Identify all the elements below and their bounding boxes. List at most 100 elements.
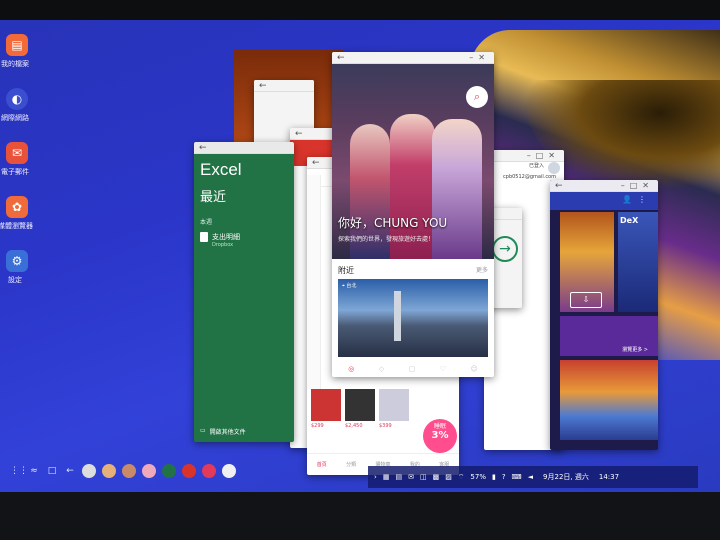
notification-icon[interactable]: ▤	[395, 473, 402, 481]
file-source: Dropbox	[212, 242, 234, 248]
help-icon[interactable]: ?	[502, 473, 506, 481]
nav-icon[interactable]: ◇	[379, 365, 384, 373]
date-display: 9月22日, 週六	[543, 473, 589, 481]
arrow-right-icon[interactable]: →	[492, 236, 518, 262]
taskbar-left: ⋮⋮ ≈ □ ←	[6, 458, 236, 484]
mail-icon: ✉	[6, 142, 28, 164]
file-name: 支出明細	[212, 233, 240, 241]
greeting-subtitle: 探索我們的世界，發現旅遊好去處！	[338, 236, 435, 243]
excel-window[interactable]: ← Excel 最近 本週 支出明細 Dropbox ▭ 開啟其他文件	[194, 142, 294, 442]
shop-sidebar[interactable]	[307, 175, 321, 389]
logged-in-label: 已登入	[528, 163, 544, 169]
apps-grid-icon[interactable]: ⋮⋮	[10, 466, 28, 476]
window-controls[interactable]: –□✕	[621, 180, 654, 192]
profile-menu-icons[interactable]: 👤⋮	[622, 195, 652, 204]
running-app-icon[interactable]	[102, 464, 116, 478]
store-titlebar[interactable]: ← –□✕	[550, 180, 658, 192]
nav-icon[interactable]: ▢	[409, 365, 416, 373]
greeting: 你好，CHUNG YOU	[338, 216, 448, 230]
excel-app-icon[interactable]	[162, 464, 176, 478]
monitor-bezel	[0, 492, 720, 540]
back-icon[interactable]: ←	[295, 128, 303, 140]
file-icon	[200, 232, 208, 242]
dex-title: DeX	[620, 216, 639, 225]
product-item[interactable]: $399	[379, 389, 409, 429]
product-image	[379, 389, 409, 421]
travel-app-window[interactable]: ← –✕ ⌕ 你好，CHUNG YOU 探索我們的世界，發現旅遊好去處！ 附近 更…	[332, 52, 494, 377]
notification-icon[interactable]: ▩	[433, 473, 440, 481]
battery-level[interactable]: 57%	[470, 473, 486, 481]
desktop-icon-internet[interactable]: ◐ 網際網路	[1, 88, 32, 123]
download-icon[interactable]: ⇩	[570, 292, 602, 308]
gallery-icon: ✿	[6, 196, 28, 218]
recent-heading: 最近	[200, 190, 227, 205]
product-item[interactable]: $2,450	[345, 389, 375, 429]
time-display: 14:37	[598, 473, 620, 481]
desktop-icon-email[interactable]: ✉ 電子郵件	[1, 142, 32, 177]
back-icon[interactable]: ←	[337, 52, 345, 64]
notification-icon[interactable]: ✉	[408, 473, 414, 481]
back-icon[interactable]: ←	[312, 157, 320, 169]
hero-photo: ⌕ 你好，CHUNG YOU 探索我們的世界，發現旅遊好去處！	[332, 64, 494, 259]
promo-badge[interactable]: 睡眠 3%	[423, 419, 457, 453]
recent-apps-icon[interactable]: ≈	[28, 466, 40, 476]
running-app-icon[interactable]	[182, 464, 196, 478]
desktop-icon-my-files[interactable]: ▤ 我的檔案	[1, 34, 32, 69]
explore-icon[interactable]: ◎	[348, 365, 354, 373]
back-icon[interactable]: ←	[64, 466, 76, 476]
dex-desktop: ▤ 我的檔案 ◐ 網際網路 ✉ 電子郵件 ✿ 媒體瀏覽器 ⚙ 設定 ← cpb0…	[0, 20, 720, 492]
game-store-window[interactable]: ← –□✕ 👤⋮ DeX ⇩ 瀏覽更多 >	[550, 180, 658, 450]
window-controls[interactable]: –✕	[469, 52, 490, 64]
keyboard-icon[interactable]: ⌨	[512, 473, 522, 481]
running-app-icon[interactable]	[142, 464, 156, 478]
dex-tile[interactable]	[618, 212, 658, 312]
game-banner[interactable]	[560, 360, 658, 440]
excel-titlebar[interactable]: ←	[194, 142, 294, 154]
recent-file-item[interactable]: 支出明細 Dropbox	[194, 226, 294, 248]
tower-silhouette	[394, 291, 401, 341]
wifi-icon[interactable]: ⌔	[458, 473, 465, 482]
account-titlebar[interactable]: –□✕	[484, 150, 564, 162]
notification-icon[interactable]: ▨	[445, 473, 452, 481]
tab-home[interactable]: 首頁	[317, 461, 327, 468]
product-item[interactable]: $299	[311, 389, 341, 429]
product-row: $299 $2,450 $399	[311, 389, 409, 429]
account-email: cpb0512@gmail.com	[503, 174, 556, 180]
running-app-icon[interactable]	[222, 464, 236, 478]
search-icon[interactable]: ⌕	[466, 86, 488, 108]
avatar[interactable]	[548, 162, 560, 174]
nearby-header: 附近 更多	[338, 265, 488, 276]
folder-icon: ▤	[6, 34, 28, 56]
folder-open-icon: ▭	[200, 427, 206, 434]
city-photo-card[interactable]: ⌖ 台北	[338, 279, 488, 357]
product-image	[345, 389, 375, 421]
globe-icon: ◐	[6, 88, 28, 110]
desktop-icon-settings[interactable]: ⚙ 設定	[2, 250, 32, 285]
notification-icon[interactable]: ◫	[420, 473, 427, 481]
excel-brand: Excel	[200, 160, 242, 179]
desktop-icon-gallery[interactable]: ✿ 媒體瀏覽器	[0, 196, 33, 231]
home-icon[interactable]: □	[46, 466, 58, 476]
news-titlebar[interactable]: ←	[290, 128, 334, 140]
back-icon[interactable]: ←	[199, 142, 207, 154]
volume-icon[interactable]: ◄	[528, 473, 533, 481]
tab-category[interactable]: 分類	[346, 461, 356, 468]
chevron-right-icon[interactable]: ›	[374, 473, 377, 481]
running-app-icon[interactable]	[122, 464, 136, 478]
travel-titlebar[interactable]: ← –✕	[332, 52, 494, 64]
more-link[interactable]: 更多	[476, 265, 488, 276]
nav-icon[interactable]: ♡	[440, 365, 446, 373]
more-link[interactable]: 瀏覽更多 >	[622, 346, 648, 353]
store-header: 👤⋮	[550, 192, 658, 210]
back-icon[interactable]: ←	[259, 80, 267, 92]
notification-icon[interactable]: ▦	[383, 473, 390, 481]
open-other-docs[interactable]: ▭ 開啟其他文件	[200, 427, 246, 436]
week-heading: 本週	[200, 219, 213, 226]
nav-icon[interactable]: ☺	[470, 365, 477, 373]
window-controls[interactable]: –□✕	[527, 150, 560, 162]
running-app-icon[interactable]	[82, 464, 96, 478]
mail-titlebar[interactable]: ←	[254, 80, 314, 92]
running-app-icon[interactable]	[202, 464, 216, 478]
back-icon[interactable]: ←	[555, 180, 563, 192]
monitor: ▤ 我的檔案 ◐ 網際網路 ✉ 電子郵件 ✿ 媒體瀏覽器 ⚙ 設定 ← cpb0…	[0, 0, 720, 540]
